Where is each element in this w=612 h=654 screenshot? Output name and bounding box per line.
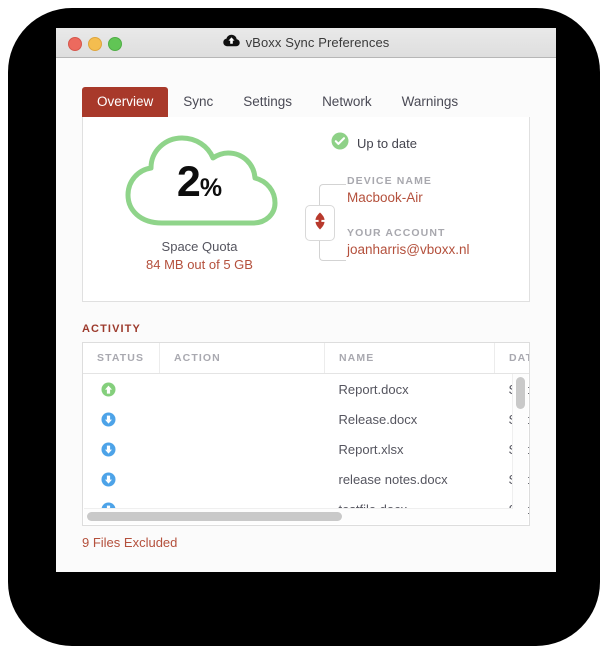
activity-table-body: Report.docxSep 22 :Release.docxSep 22 :R… [83, 374, 529, 525]
vertical-scrollbar-thumb[interactable] [516, 377, 525, 409]
connector-line-bottom [319, 238, 346, 261]
cell-status [83, 464, 160, 494]
space-quota-block: 2 % Space Quota 84 MB out of 5 GB [107, 131, 292, 272]
device-account-link: DEVICE NAME Macbook-Air YOUR ACCOUNT joa… [305, 175, 517, 271]
preferences-window: vBoxx Sync Preferences Overview Sync Set… [56, 28, 556, 572]
upload-arrow-icon [101, 382, 116, 397]
quota-percent-value: 2 [176, 158, 201, 206]
table-row[interactable]: Report.xlsxSep 22 : [83, 434, 529, 464]
column-header-action[interactable]: ACTION [159, 343, 325, 374]
device-name-value: Macbook-Air [347, 190, 423, 205]
cell-name: release notes.docx [338, 471, 448, 487]
device-icon-box [305, 205, 335, 241]
cell-status [83, 374, 160, 405]
window-title-group: vBoxx Sync Preferences [56, 28, 556, 57]
account-field: YOUR ACCOUNT joanharris@vboxx.nl [347, 227, 470, 257]
cell-action [160, 374, 325, 405]
activity-table: STATUS ACTION NAME DATE Report.docxSep 2… [83, 343, 529, 525]
account-label: YOUR ACCOUNT [347, 227, 446, 239]
cloud-upload-icon [222, 34, 240, 52]
table-header-row: STATUS ACTION NAME DATE [83, 343, 529, 374]
column-header-date[interactable]: DATE [494, 343, 529, 374]
sync-device-icon [312, 211, 328, 236]
files-excluded-note[interactable]: 9 Files Excluded [82, 535, 530, 550]
tab-bar: Overview Sync Settings Network Warnings [82, 85, 530, 117]
table-row[interactable]: Report.docxSep 22 : [83, 374, 529, 405]
horizontal-scrollbar-thumb[interactable] [87, 512, 342, 521]
quota-detail: 84 MB out of 5 GB [146, 257, 253, 272]
sync-status: Up to date [331, 132, 517, 155]
tab-sync[interactable]: Sync [168, 87, 228, 117]
download-arrow-icon [101, 442, 116, 457]
tab-settings[interactable]: Settings [228, 87, 307, 117]
vertical-scrollbar[interactable] [512, 374, 528, 509]
account-value: joanharris@vboxx.nl [347, 242, 470, 257]
activity-section-title: ACTIVITY [82, 323, 141, 335]
cell-name: Report.xlsx [338, 441, 404, 457]
sync-status-text: Up to date [357, 135, 417, 151]
cell-action [160, 464, 325, 494]
cell-status [83, 404, 160, 434]
quota-percent-sign: % [199, 174, 223, 202]
connector-line-top [319, 184, 346, 207]
quota-label: Space Quota [161, 239, 238, 254]
cell-status [83, 434, 160, 464]
window-titlebar: vBoxx Sync Preferences [56, 28, 556, 58]
table-row[interactable]: release notes.docxSep 22 : [83, 464, 529, 494]
cell-name: Release.docx [338, 411, 418, 427]
device-name-label: DEVICE NAME [347, 175, 433, 187]
tab-network[interactable]: Network [307, 87, 387, 117]
device-name-field: DEVICE NAME Macbook-Air [347, 175, 432, 205]
cell-action [160, 404, 325, 434]
column-header-name[interactable]: NAME [324, 343, 495, 374]
overview-panel: 2 % Space Quota 84 MB out of 5 GB Up to … [82, 117, 530, 302]
column-header-status[interactable]: STATUS [83, 343, 160, 374]
tab-overview[interactable]: Overview [82, 87, 169, 117]
quota-percent: 2 % [120, 161, 280, 204]
download-arrow-icon [101, 412, 116, 427]
window-body: Overview Sync Settings Network Warnings … [56, 85, 556, 572]
check-circle-icon [331, 132, 349, 155]
cell-name: Report.docx [338, 381, 409, 397]
account-info-block: Up to date DEVICE NAME Macbook-Air YOUR … [305, 132, 517, 271]
table-row[interactable]: Release.docxSep 22 : [83, 404, 529, 434]
activity-table-frame: STATUS ACTION NAME DATE Report.docxSep 2… [82, 342, 530, 526]
window-title: vBoxx Sync Preferences [245, 35, 390, 50]
cloud-gauge: 2 % [120, 131, 280, 236]
cell-action [160, 434, 325, 464]
horizontal-scrollbar[interactable] [84, 508, 513, 524]
download-arrow-icon [101, 472, 116, 487]
tab-warnings[interactable]: Warnings [387, 87, 474, 117]
scrollbar-corner [513, 509, 528, 524]
